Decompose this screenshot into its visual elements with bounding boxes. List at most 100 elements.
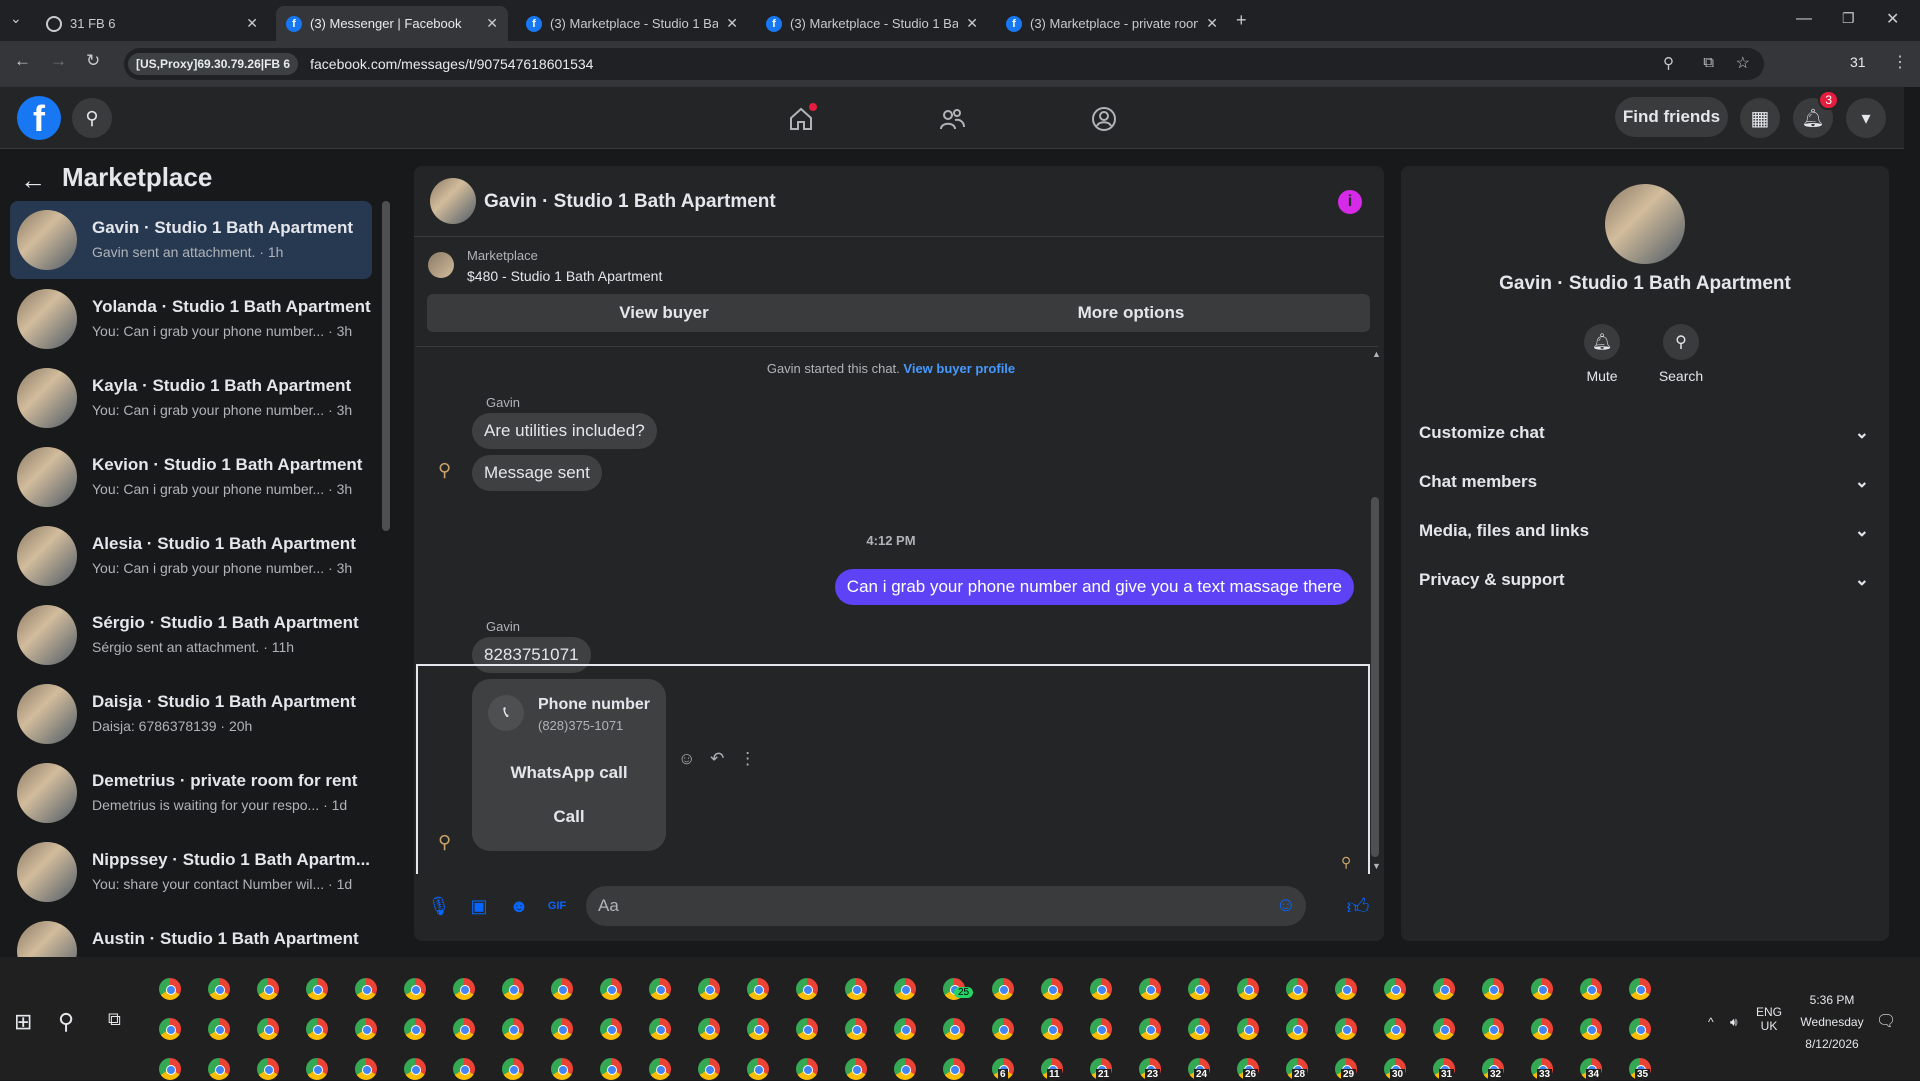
- sidebar-scrollbar[interactable]: [382, 201, 390, 531]
- browser-taskbar-icon[interactable]: [550, 977, 574, 1001]
- browser-taskbar-icon[interactable]: [501, 1057, 525, 1081]
- browser-taskbar-icon[interactable]: [1579, 977, 1603, 1001]
- call-button[interactable]: Call: [472, 807, 666, 827]
- browser-taskbar-icon[interactable]: [501, 977, 525, 1001]
- browser-taskbar-icon[interactable]: [1040, 977, 1064, 1001]
- profile-counter[interactable]: 31: [1850, 54, 1866, 70]
- groups-nav[interactable]: [1088, 103, 1120, 135]
- browser-taskbar-icon[interactable]: [158, 1017, 182, 1041]
- browser-taskbar-icon[interactable]: [256, 977, 280, 1001]
- browser-taskbar-icon[interactable]: [648, 1057, 672, 1081]
- windows-start-icon[interactable]: ⊞: [14, 1009, 32, 1035]
- browser-taskbar-icon[interactable]: [746, 1057, 770, 1081]
- chat-members-section[interactable]: Chat members ⌄: [1419, 468, 1869, 496]
- browser-taskbar-icon[interactable]: [1628, 977, 1652, 1001]
- browser-taskbar-icon[interactable]: [1383, 1017, 1407, 1041]
- browser-taskbar-icon[interactable]: [648, 977, 672, 1001]
- close-icon[interactable]: ✕: [966, 15, 978, 32]
- browser-taskbar-icon[interactable]: [599, 977, 623, 1001]
- clock[interactable]: 5:36 PM Wednesday 8/12/2026: [1790, 989, 1874, 1055]
- search-conversation-button[interactable]: ⚲ Search: [1651, 324, 1711, 384]
- proxy-chip[interactable]: [US,Proxy]69.30.79.26|FB 6: [128, 53, 299, 75]
- browser-taskbar-icon[interactable]: [1432, 977, 1456, 1001]
- message-scrollbar[interactable]: [1371, 497, 1379, 857]
- message-bubble[interactable]: Message sent: [472, 455, 602, 491]
- conversation-item-kayla[interactable]: Kayla · Studio 1 Bath Apartment You: Can…: [10, 359, 372, 437]
- more-actions-icon[interactable]: ⋮: [739, 749, 756, 768]
- notifications-button[interactable]: 🔔︎ 3: [1793, 90, 1839, 138]
- browser-taskbar-icon[interactable]: [893, 977, 917, 1001]
- browser-taskbar-icon[interactable]: [697, 1017, 721, 1041]
- tab-marketplace-2[interactable]: f (3) Marketplace - Studio 1 Bath ✕: [756, 6, 988, 41]
- browser-taskbar-icon[interactable]: [550, 1057, 574, 1081]
- outgoing-message-bubble[interactable]: Can i grab your phone number and give yo…: [834, 569, 1354, 605]
- conversation-item-daisja[interactable]: Daisja · Studio 1 Bath Apartment Daisja:…: [10, 675, 372, 753]
- conversation-item-kevion[interactable]: Kevion · Studio 1 Bath Apartment You: Ca…: [10, 438, 372, 516]
- phone-number-card[interactable]: 📞︎ Phone number (828)375-1071 WhatsApp c…: [472, 679, 666, 851]
- privacy-support-section[interactable]: Privacy & support ⌄: [1419, 566, 1869, 594]
- sticker-icon[interactable]: ☻: [507, 894, 531, 918]
- scroll-up-icon[interactable]: ▲: [1372, 349, 1381, 359]
- browser-taskbar-icon[interactable]: [893, 1017, 917, 1041]
- show-hidden-icons[interactable]: ^: [1708, 1015, 1714, 1029]
- menu-button[interactable]: ▦: [1740, 98, 1780, 138]
- browser-taskbar-icon[interactable]: [1236, 1017, 1260, 1041]
- conversation-item-yolanda[interactable]: Yolanda · Studio 1 Bath Apartment You: C…: [10, 280, 372, 358]
- address-bar[interactable]: [US,Proxy]69.30.79.26|FB 6 facebook.com/…: [124, 48, 1764, 80]
- message-input[interactable]: Aa ☺: [586, 886, 1306, 926]
- search-icon[interactable]: ⚲: [58, 1009, 74, 1035]
- browser-taskbar-icon[interactable]: [207, 977, 231, 1001]
- scroll-down-icon[interactable]: ▼: [1372, 861, 1381, 871]
- browser-taskbar-icon[interactable]: [1187, 1017, 1211, 1041]
- react-emoji-icon[interactable]: ☺: [678, 749, 695, 768]
- forward-icon[interactable]: →: [50, 51, 67, 71]
- avatar[interactable]: [430, 178, 476, 224]
- conversation-item-gavin[interactable]: Gavin · Studio 1 Bath Apartment Gavin se…: [10, 201, 372, 279]
- find-friends-button[interactable]: Find friends: [1615, 97, 1728, 137]
- browser-taskbar-icon[interactable]: [599, 1017, 623, 1041]
- browser-taskbar-icon[interactable]: [403, 977, 427, 1001]
- browser-taskbar-icon[interactable]: [648, 1017, 672, 1041]
- browser-taskbar-icon[interactable]: [991, 977, 1015, 1001]
- browser-taskbar-icon[interactable]: [893, 1057, 917, 1081]
- emoji-icon[interactable]: ☺: [1276, 894, 1296, 917]
- browser-taskbar-icon[interactable]: [942, 1057, 966, 1081]
- page-scrollbar[interactable]: [1904, 87, 1920, 957]
- thumbs-up-icon[interactable]: 👍︎: [1346, 894, 1370, 919]
- conversation-item-demetrius[interactable]: Demetrius · private room for rent Demetr…: [10, 754, 372, 832]
- back-arrow-icon[interactable]: ←: [20, 165, 46, 196]
- browser-taskbar-icon[interactable]: [403, 1057, 427, 1081]
- task-view-icon[interactable]: ⧉: [108, 1009, 121, 1030]
- browser-taskbar-icon[interactable]: [403, 1017, 427, 1041]
- bookmark-star-icon[interactable]: ☆: [1736, 53, 1750, 73]
- browser-taskbar-icon[interactable]: [1138, 977, 1162, 1001]
- browser-taskbar-icon[interactable]: [697, 1057, 721, 1081]
- browser-taskbar-icon[interactable]: [599, 1057, 623, 1081]
- browser-taskbar-icon[interactable]: [305, 1017, 329, 1041]
- browser-taskbar-icon[interactable]: [1089, 1017, 1113, 1041]
- avatar[interactable]: [1605, 184, 1685, 264]
- conversation-item-nippssey[interactable]: Nippssey · Studio 1 Bath Apartm... You: …: [10, 833, 372, 911]
- close-icon[interactable]: ✕: [726, 15, 738, 32]
- reply-icon[interactable]: ↶: [710, 749, 724, 768]
- close-icon[interactable]: ✕: [1206, 15, 1218, 32]
- browser-taskbar-icon[interactable]: [354, 1017, 378, 1041]
- more-options-button[interactable]: More options: [892, 294, 1370, 332]
- facebook-logo[interactable]: f: [17, 96, 61, 140]
- view-buyer-button[interactable]: View buyer: [427, 294, 901, 332]
- browser-taskbar-icon[interactable]: [1383, 977, 1407, 1001]
- reload-icon[interactable]: ↻: [86, 51, 100, 71]
- search-button[interactable]: ⚲: [72, 98, 112, 138]
- tab-messenger[interactable]: f (3) Messenger | Facebook ✕: [276, 6, 508, 41]
- browser-taskbar-icon[interactable]: [158, 977, 182, 1001]
- tab-search-icon[interactable]: ⌄: [10, 10, 22, 27]
- browser-taskbar-icon[interactable]: [795, 977, 819, 1001]
- browser-taskbar-icon[interactable]: [746, 977, 770, 1001]
- browser-taskbar-icon[interactable]: [207, 1017, 231, 1041]
- browser-taskbar-icon[interactable]: [1285, 977, 1309, 1001]
- browser-taskbar-icon[interactable]: [746, 1017, 770, 1041]
- browser-taskbar-icon[interactable]: [1481, 1017, 1505, 1041]
- friends-nav[interactable]: [936, 103, 968, 135]
- notifications-center-icon[interactable]: 🗨︎: [1876, 1011, 1896, 1031]
- browser-taskbar-icon[interactable]: [1187, 977, 1211, 1001]
